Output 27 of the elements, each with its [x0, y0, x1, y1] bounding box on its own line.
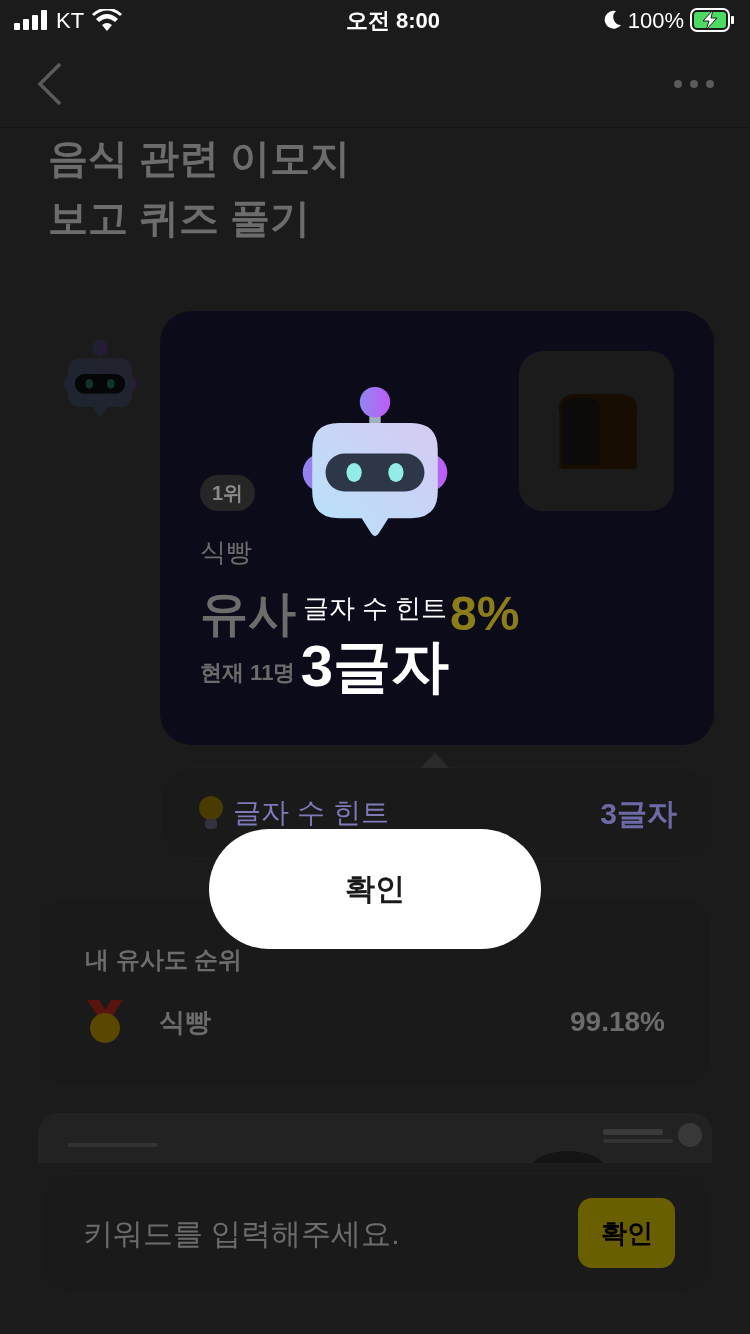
confirm-button[interactable]: 확인: [209, 828, 541, 949]
modal-title: 글자 수 힌트: [302, 591, 448, 625]
ranking-title: 내 유사도 순위: [85, 946, 243, 973]
status-time: 오전 8:00: [345, 6, 440, 35]
battery-percent: 100%: [627, 6, 684, 35]
carrier-name: KT: [56, 6, 85, 35]
rank-badge: 1위: [200, 475, 256, 511]
hint-value: 3글자: [600, 795, 677, 832]
hint-label: 글자 수 힌트: [233, 797, 389, 829]
medal-icon: [85, 1000, 125, 1044]
light-bulb-icon: [197, 795, 225, 831]
answer-word: 식빵: [200, 536, 252, 569]
moon-icon: [603, 10, 622, 30]
modal-value: 3글자: [300, 631, 450, 700]
more-icon[interactable]: [674, 79, 714, 88]
wifi-icon: [92, 9, 123, 31]
ranking-word: 식빵: [159, 1005, 211, 1039]
signal-icon: [14, 10, 48, 30]
back-icon[interactable]: [36, 61, 64, 106]
battery-charging-icon: [690, 8, 736, 32]
ranking-score: 99.18%: [570, 1005, 665, 1039]
similarity-label: 유사: [200, 586, 296, 642]
page-title: 보고 퀴즈 풀기: [48, 195, 312, 242]
keyword-input-field[interactable]: 키워드를 입력해주세요.: [83, 1210, 523, 1256]
players-count: 현재 11명: [200, 659, 296, 687]
similarity-value: 8%: [450, 586, 520, 642]
page-title: 음식 관련 이모지: [48, 135, 352, 182]
